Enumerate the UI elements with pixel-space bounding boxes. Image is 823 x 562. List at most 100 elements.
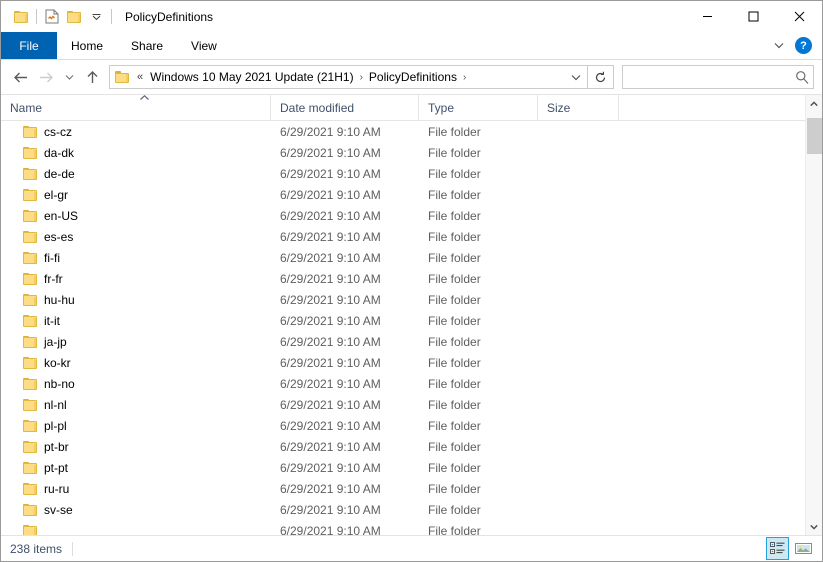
address-dropdown-chevron-down-icon[interactable] [565, 66, 587, 88]
cell-date-modified: 6/29/2021 9:10 AM [280, 208, 381, 223]
cell-date-modified: 6/29/2021 9:10 AM [280, 502, 381, 517]
sort-chevron-up-icon [139, 95, 150, 104]
scrollbar-thumb[interactable] [806, 118, 822, 154]
file-list-pane: Name Date modified Type Size cs-cz 6/29/2… [1, 95, 805, 535]
table-row[interactable]: nb-no 6/29/2021 9:10 AM File folder [1, 373, 805, 394]
help-button[interactable]: ? [795, 37, 812, 54]
back-button[interactable] [7, 64, 33, 90]
refresh-button[interactable] [588, 65, 614, 89]
cell-date-modified: 6/29/2021 9:10 AM [280, 250, 381, 265]
cell-date-modified: 6/29/2021 9:10 AM [280, 376, 381, 391]
cell-type: File folder [428, 334, 481, 349]
file-name-label: nl-nl [44, 397, 67, 412]
up-button[interactable] [79, 64, 105, 90]
cell-date-modified: 6/29/2021 9:10 AM [280, 292, 381, 307]
table-row[interactable]: fr-fr 6/29/2021 9:10 AM File folder [1, 268, 805, 289]
close-button[interactable] [776, 1, 822, 31]
cell-name: ja-jp [1, 335, 271, 349]
tab-view[interactable]: View [177, 32, 231, 59]
table-row[interactable]: fi-fi 6/29/2021 9:10 AM File folder [1, 247, 805, 268]
folder-icon [23, 209, 37, 222]
table-row[interactable]: nl-nl 6/29/2021 9:10 AM File folder [1, 394, 805, 415]
scroll-up-button[interactable] [806, 95, 823, 112]
large-icons-view-button[interactable] [793, 538, 814, 559]
table-row[interactable]: hu-hu 6/29/2021 9:10 AM File folder [1, 289, 805, 310]
table-row[interactable]: pt-pt 6/29/2021 9:10 AM File folder [1, 457, 805, 478]
column-header-type[interactable]: Type [419, 95, 538, 120]
chevron-down-glyph [92, 13, 100, 20]
maximize-button[interactable] [730, 1, 776, 31]
cell-type: File folder [428, 355, 481, 370]
table-row[interactable]: 6/29/2021 9:10 AM File folder [1, 520, 805, 535]
ribbon-expand-chevron-down-icon[interactable] [769, 35, 789, 57]
file-name-label: pt-br [44, 439, 69, 454]
table-row[interactable]: ru-ru 6/29/2021 9:10 AM File folder [1, 478, 805, 499]
table-row[interactable]: ko-kr 6/29/2021 9:10 AM File folder [1, 352, 805, 373]
breadcrumb-item-1[interactable]: PolicyDefinitions [366, 70, 460, 84]
tab-home[interactable]: Home [57, 32, 117, 59]
cell-date-modified: 6/29/2021 9:10 AM [280, 523, 381, 536]
table-row[interactable]: cs-cz 6/29/2021 9:10 AM File folder [1, 121, 805, 142]
cell-date-modified: 6/29/2021 9:10 AM [280, 397, 381, 412]
cell-name: ru-ru [1, 482, 271, 496]
cell-name: ko-kr [1, 356, 271, 370]
folder-icon [23, 524, 37, 535]
file-rows: cs-cz 6/29/2021 9:10 AM File folder da-dk 6/… [1, 121, 805, 535]
breadcrumb-overflow[interactable]: « [133, 71, 147, 83]
table-row[interactable]: sv-se 6/29/2021 9:10 AM File folder [1, 499, 805, 520]
file-name-label: da-dk [44, 145, 75, 160]
column-header-date-modified[interactable]: Date modified [271, 95, 419, 120]
arrow-left-icon [13, 72, 27, 82]
table-row[interactable]: pl-pl 6/29/2021 9:10 AM File folder [1, 415, 805, 436]
arrow-right-icon [39, 72, 53, 82]
cell-name: pt-br [1, 440, 271, 454]
file-name-label: hu-hu [44, 292, 75, 307]
cell-type: File folder [428, 166, 481, 181]
scrollbar-track[interactable] [806, 112, 823, 518]
table-row[interactable]: el-gr 6/29/2021 9:10 AM File folder [1, 184, 805, 205]
details-view-icon [770, 542, 785, 554]
table-row[interactable]: en-US 6/29/2021 9:10 AM File folder [1, 205, 805, 226]
breadcrumb-bar[interactable]: « Windows 10 May 2021 Update (21H1) › Po… [109, 65, 588, 89]
cell-type: File folder [428, 124, 481, 139]
cell-name: en-US [1, 209, 271, 223]
tab-file[interactable]: File [1, 32, 57, 59]
cell-type: File folder [428, 523, 481, 536]
search-box[interactable] [622, 65, 814, 89]
cell-type: File folder [428, 271, 481, 286]
table-row[interactable]: ja-jp 6/29/2021 9:10 AM File folder [1, 331, 805, 352]
breadcrumb-item-0[interactable]: Windows 10 May 2021 Update (21H1) [147, 70, 356, 84]
qat-separator-1 [36, 9, 37, 24]
column-header-size[interactable]: Size [538, 95, 619, 120]
search-input[interactable] [630, 70, 795, 84]
table-row[interactable]: es-es 6/29/2021 9:10 AM File folder [1, 226, 805, 247]
file-name-label: de-de [44, 166, 75, 181]
qat-customize-chevron-down-icon[interactable] [85, 6, 107, 28]
new-folder-icon[interactable] [63, 6, 85, 28]
table-row[interactable]: da-dk 6/29/2021 9:10 AM File folder [1, 142, 805, 163]
breadcrumb-separator-0[interactable]: › [357, 72, 366, 83]
forward-button[interactable] [33, 64, 59, 90]
cell-type: File folder [428, 292, 481, 307]
tab-share[interactable]: Share [117, 32, 177, 59]
cell-date-modified: 6/29/2021 9:10 AM [280, 229, 381, 244]
minimize-icon [702, 15, 712, 17]
search-icon[interactable] [795, 70, 809, 84]
details-view-button[interactable] [766, 537, 789, 560]
folder-icon [23, 335, 37, 348]
folder-icon [23, 398, 37, 411]
properties-icon[interactable] [41, 6, 63, 28]
cell-type: File folder [428, 460, 481, 475]
cell-name: pt-pt [1, 461, 271, 475]
minimize-button[interactable] [684, 1, 730, 31]
scroll-down-button[interactable] [806, 518, 823, 535]
recent-locations-button[interactable] [59, 64, 79, 90]
table-row[interactable]: it-it 6/29/2021 9:10 AM File folder [1, 310, 805, 331]
table-row[interactable]: de-de 6/29/2021 9:10 AM File folder [1, 163, 805, 184]
table-row[interactable]: pt-br 6/29/2021 9:10 AM File folder [1, 436, 805, 457]
explorer-app-icon[interactable] [10, 6, 32, 28]
cell-name: nl-nl [1, 398, 271, 412]
column-header-name[interactable]: Name [1, 95, 271, 120]
breadcrumb-separator-1[interactable]: › [460, 72, 469, 83]
vertical-scrollbar[interactable] [805, 95, 822, 535]
